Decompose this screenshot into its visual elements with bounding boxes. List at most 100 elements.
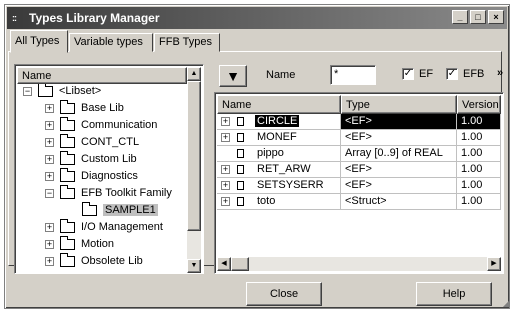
type-icon xyxy=(237,149,244,158)
folder-icon xyxy=(60,185,75,199)
resize-grip-icon[interactable]: ◢ xyxy=(503,299,509,308)
name-filter-input[interactable]: * xyxy=(330,65,376,85)
minimize-button[interactable]: _ xyxy=(452,10,468,24)
name-cell[interactable]: + RET_ARW xyxy=(217,162,341,178)
scroll-down-icon[interactable]: ▼ xyxy=(187,259,201,273)
grid-horizontal-scrollbar[interactable]: ◀ ▶ xyxy=(217,257,501,271)
column-header-name[interactable]: Name xyxy=(217,95,341,114)
folder-icon xyxy=(60,134,75,148)
scroll-left-icon[interactable]: ◀ xyxy=(217,257,231,271)
expand-icon[interactable]: + xyxy=(221,133,230,142)
table-row[interactable]: + SETSYSERR <EF> 1.00 xyxy=(217,178,501,194)
name-cell[interactable]: + CIRCLE xyxy=(217,114,341,130)
tree-item[interactable]: + CONT_CTL xyxy=(17,134,187,151)
tree-item[interactable]: + I/O Management xyxy=(17,219,187,236)
table-row[interactable]: + toto <Struct> 1.00 xyxy=(217,194,501,210)
grid-scroll-thumb[interactable] xyxy=(231,257,249,271)
type-icon xyxy=(237,165,244,174)
version-cell: 1.00 xyxy=(457,114,501,130)
expand-icon[interactable]: + xyxy=(45,240,54,249)
ef-checkbox[interactable]: ✓ xyxy=(402,68,414,80)
ef-checkbox-label: EF xyxy=(419,68,434,80)
scroll-right-icon[interactable]: ▶ xyxy=(487,257,501,271)
type-cell: Array [0..9] of REAL xyxy=(341,146,457,162)
scroll-up-icon[interactable]: ▲ xyxy=(187,67,201,81)
window-title: Types Library Manager xyxy=(29,11,160,25)
tree-item-label: Obsolete Lib xyxy=(81,255,143,267)
title-bar[interactable]: :: Types Library Manager _ □ × xyxy=(7,7,507,29)
expand-icon[interactable]: + xyxy=(45,155,54,164)
type-name: RET_ARW xyxy=(257,163,311,175)
tree-item[interactable]: SAMPLE1 xyxy=(17,202,187,219)
name-cell[interactable]: + toto xyxy=(217,194,341,210)
expand-icon[interactable]: + xyxy=(221,197,230,206)
tree-item[interactable]: + Custom Lib xyxy=(17,151,187,168)
tree-item-label: <Libset> xyxy=(59,85,102,97)
tree-item[interactable]: + Diagnostics xyxy=(17,168,187,185)
more-chevron-icon[interactable]: » xyxy=(497,67,503,79)
table-row[interactable]: + RET_ARW <EF> 1.00 xyxy=(217,162,501,178)
efb-checkbox-label: EFB xyxy=(463,68,485,80)
column-header-version[interactable]: Version xyxy=(457,95,501,114)
version-cell: 1.00 xyxy=(457,146,501,162)
tree-item[interactable]: + Communication xyxy=(17,117,187,134)
folder-icon xyxy=(60,151,75,165)
help-button[interactable]: Help xyxy=(416,282,492,306)
type-name: pippo xyxy=(257,147,284,159)
expand-icon[interactable]: + xyxy=(45,223,54,232)
folder-icon xyxy=(38,84,53,97)
type-cell: <Struct> xyxy=(341,194,457,210)
maximize-button[interactable]: □ xyxy=(470,10,486,24)
tree-item-label: SAMPLE1 xyxy=(103,204,158,216)
tree-item[interactable]: − <Libset> xyxy=(17,84,187,100)
type-cell: <EF> xyxy=(341,114,457,130)
tab-ffb-types[interactable]: FFB Types xyxy=(154,33,220,52)
expand-icon[interactable]: + xyxy=(221,117,230,126)
tree-column-header-name[interactable]: Name xyxy=(17,67,187,84)
folder-icon xyxy=(60,168,75,182)
table-row[interactable]: pippo Array [0..9] of REAL 1.00 xyxy=(217,146,501,162)
close-button[interactable]: Close xyxy=(246,282,322,306)
table-row[interactable]: + MONEF <EF> 1.00 xyxy=(217,130,501,146)
expand-icon[interactable]: + xyxy=(45,104,54,113)
tree-scroll-thumb[interactable] xyxy=(187,81,201,231)
expand-icon[interactable]: + xyxy=(45,138,54,147)
tab-all-types[interactable]: All Types xyxy=(10,30,68,53)
tab-variable-types[interactable]: Variable types xyxy=(69,33,153,52)
table-row[interactable]: + CIRCLE <EF> 1.00 xyxy=(217,114,501,130)
collapse-icon[interactable]: − xyxy=(45,189,54,198)
tree-vertical-scrollbar[interactable]: ▲ ▼ xyxy=(187,67,201,273)
name-cell[interactable]: + SETSYSERR xyxy=(217,178,341,194)
tree-item[interactable]: + Base Lib xyxy=(17,100,187,117)
name-filter-label: Name xyxy=(266,69,296,81)
tree-body: − <Libset> + Base Lib + Communication + CONT_CT… xyxy=(17,84,187,271)
tree-item-label: Motion xyxy=(81,238,115,250)
close-window-button[interactable]: × xyxy=(488,10,504,24)
tree-item[interactable]: + Motion xyxy=(17,236,187,253)
folder-icon xyxy=(60,253,75,267)
expand-icon[interactable]: + xyxy=(45,172,54,181)
expand-icon[interactable]: + xyxy=(45,121,54,130)
type-icon xyxy=(237,117,244,126)
type-name: CIRCLE xyxy=(253,114,301,128)
efb-checkbox[interactable]: ✓ xyxy=(446,68,458,80)
name-cell[interactable]: + MONEF xyxy=(217,130,341,146)
type-cell: <EF> xyxy=(341,178,457,194)
version-cell: 1.00 xyxy=(457,130,501,146)
expand-icon[interactable]: + xyxy=(221,165,230,174)
tree-item[interactable]: + Obsolete Lib xyxy=(17,253,187,270)
filter-icon[interactable]: ▼ xyxy=(219,65,247,87)
tree-item[interactable]: − EFB Toolkit Family xyxy=(17,185,187,202)
expand-icon[interactable]: + xyxy=(221,181,230,190)
folder-icon xyxy=(82,202,97,216)
tree-item-label: Base Lib xyxy=(81,102,124,114)
column-header-type[interactable]: Type xyxy=(341,95,457,114)
folder-icon xyxy=(60,117,75,131)
folder-icon xyxy=(60,100,75,114)
name-cell[interactable]: pippo xyxy=(217,146,341,162)
tree-item-label: Diagnostics xyxy=(81,170,138,182)
expand-icon[interactable]: + xyxy=(45,257,54,266)
type-cell: <EF> xyxy=(341,162,457,178)
version-cell: 1.00 xyxy=(457,162,501,178)
collapse-icon[interactable]: − xyxy=(23,87,32,96)
